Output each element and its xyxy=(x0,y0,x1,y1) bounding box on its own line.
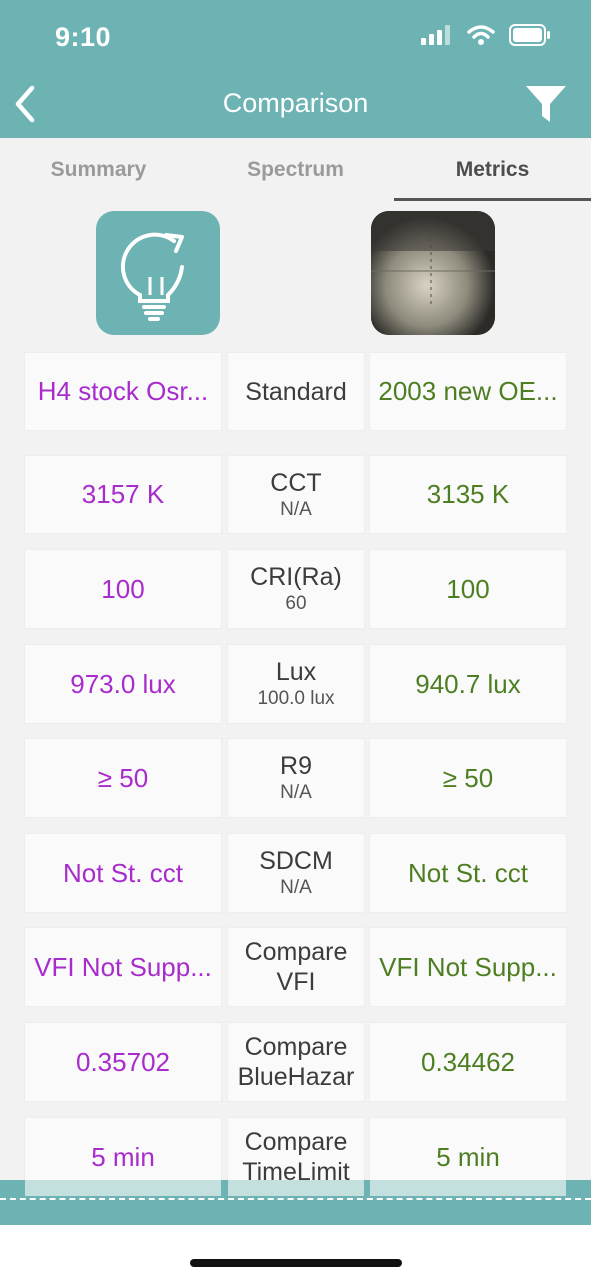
home-indicator[interactable] xyxy=(190,1259,402,1267)
bottom-cell-shadow-right xyxy=(370,1180,566,1196)
bluehazard-compare-cell[interactable]: Compare BlueHazar xyxy=(228,1023,364,1101)
tab-metrics[interactable]: Metrics xyxy=(394,158,591,182)
lux-right-value: 940.7 lux xyxy=(415,668,521,699)
tab-bar: Summary Spectrum Metrics xyxy=(0,138,591,202)
item-b-name: 2003 new OE... xyxy=(378,376,558,406)
cct-label: CCT xyxy=(270,468,322,497)
cct-right-value: 3135 K xyxy=(426,479,510,509)
cct-metric-cell: CCT N/A xyxy=(228,456,364,533)
sdcm-label: SDCM xyxy=(259,847,333,875)
sdcm-right-cell: Not St. cct xyxy=(370,834,566,912)
standard-name-cell: Standard xyxy=(228,353,364,430)
vfi-compare-label: Compare xyxy=(244,938,348,966)
vfi-left-value: VFI Not Supp... xyxy=(34,951,212,982)
item-a-thumbnail[interactable] xyxy=(96,211,220,335)
bottom-cell-shadow-mid xyxy=(228,1180,364,1196)
cct-left-value: 3157 K xyxy=(81,479,165,509)
timelimit-right-value: 5 min xyxy=(436,1141,500,1172)
sdcm-left-cell: Not St. cct xyxy=(25,834,221,912)
timelimit-left-value: 5 min xyxy=(91,1141,155,1172)
lux-label: Lux xyxy=(275,658,317,686)
cct-standard: N/A xyxy=(280,498,312,520)
bluehazard-compare-label: Compare xyxy=(244,1033,348,1061)
headlight-beam-photo xyxy=(371,211,495,335)
cct-left-cell: 3157 K xyxy=(25,456,221,533)
lux-left-value: 973.0 lux xyxy=(70,668,176,699)
battery-icon xyxy=(509,24,550,46)
header-bar: 9:10 Comparison xyxy=(0,0,591,138)
sdcm-standard: N/A xyxy=(280,877,312,898)
status-icons xyxy=(421,24,551,46)
sdcm-left-value: Not St. cct xyxy=(63,857,183,888)
vfi-compare-cell[interactable]: Compare VFI xyxy=(228,928,364,1006)
bottom-bar xyxy=(0,1180,591,1225)
bluehazard-right-value: 0.34462 xyxy=(421,1046,515,1077)
tab-summary[interactable]: Summary xyxy=(0,158,197,182)
wifi-icon xyxy=(467,25,495,45)
cri-left-value: 100 xyxy=(101,573,145,604)
timelimit-compare-label: Compare xyxy=(244,1128,348,1156)
r9-right-cell: ≥ 50 xyxy=(370,739,566,817)
bluehazard-label: BlueHazar xyxy=(237,1063,355,1091)
r9-left-cell: ≥ 50 xyxy=(25,739,221,817)
vfi-label: VFI xyxy=(276,968,316,996)
bluehazard-left-value: 0.35702 xyxy=(76,1046,170,1077)
cri-metric-cell: CRI(Ra) 60 xyxy=(228,550,364,628)
lux-left-cell: 973.0 lux xyxy=(25,645,221,723)
r9-right-value: ≥ 50 xyxy=(442,762,494,793)
r9-standard: N/A xyxy=(280,782,312,803)
lux-metric-cell: Lux 100.0 lux xyxy=(228,645,364,723)
bottom-cell-shadow-left xyxy=(25,1180,221,1196)
sdcm-right-value: Not St. cct xyxy=(408,857,528,888)
lightbulb-icon xyxy=(120,232,184,321)
r9-left-value: ≥ 50 xyxy=(97,762,149,793)
tab-spectrum[interactable]: Spectrum xyxy=(197,158,394,182)
item-a-name: H4 stock Osr... xyxy=(37,376,209,406)
bottom-safe-area xyxy=(0,1225,591,1279)
vfi-right-value: VFI Not Supp... xyxy=(379,951,557,982)
dashed-divider xyxy=(0,1198,591,1200)
cri-standard: 60 xyxy=(285,593,307,614)
cri-right-cell: 100 xyxy=(370,550,566,628)
item-a-name-cell: H4 stock Osr... xyxy=(25,353,221,430)
item-b-photo[interactable] xyxy=(371,211,495,335)
standard-name: Standard xyxy=(245,377,347,406)
cri-left-cell: 100 xyxy=(25,550,221,628)
vfi-left-cell: VFI Not Supp... xyxy=(25,928,221,1006)
cri-right-value: 100 xyxy=(446,573,490,604)
cri-label: CRI(Ra) xyxy=(250,563,342,591)
signal-icon xyxy=(421,25,450,45)
active-tab-indicator xyxy=(394,198,591,201)
lux-standard: 100.0 lux xyxy=(257,688,335,709)
r9-metric-cell: R9 N/A xyxy=(228,739,364,817)
filter-icon[interactable] xyxy=(523,80,569,126)
cct-right-cell: 3135 K xyxy=(370,456,566,533)
nav-title: Comparison xyxy=(222,88,369,118)
r9-label: R9 xyxy=(280,752,312,780)
vfi-right-cell: VFI Not Supp... xyxy=(370,928,566,1006)
bluehazard-left-cell: 0.35702 xyxy=(25,1023,221,1101)
sdcm-metric-cell: SDCM N/A xyxy=(228,834,364,912)
status-time: 9:10 xyxy=(55,22,112,52)
lux-right-cell: 940.7 lux xyxy=(370,645,566,723)
item-b-name-cell: 2003 new OE... xyxy=(370,353,566,430)
bluehazard-right-cell: 0.34462 xyxy=(370,1023,566,1101)
